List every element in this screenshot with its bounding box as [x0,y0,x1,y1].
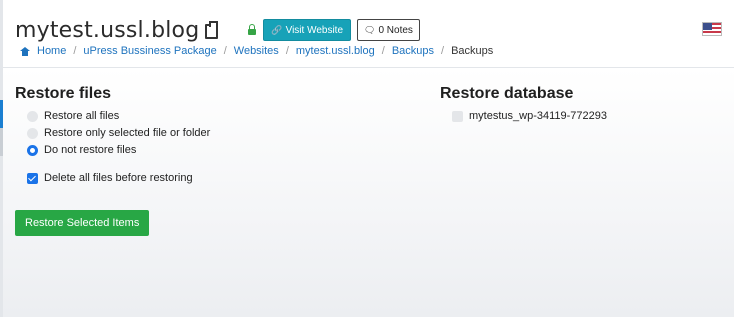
radio-button-checked[interactable] [27,144,38,156]
radio-label: Restore only selected file or folder [44,127,211,139]
radio-button[interactable] [27,127,38,139]
lock-icon [248,24,257,35]
database-checkbox-row[interactable]: mytestus_wp-34119-772293 [452,110,607,122]
breadcrumb-separator: / [223,45,227,57]
breadcrumb-site[interactable]: mytest.ussl.blog [296,45,375,57]
delete-all-files-checkbox-row[interactable]: Delete all files before restoring [27,172,193,184]
breadcrumb: Home / uPress Bussiness Package / Websit… [20,44,493,58]
breadcrumb-separator: / [73,45,77,57]
radio-label: Restore all files [44,110,120,122]
radio-restore-selected[interactable]: Restore only selected file or folder [27,127,210,139]
main-content: Restore files Restore all files Restore … [3,68,734,317]
notes-button[interactable]: 🗨 0 Notes [357,19,420,41]
database-checkbox[interactable] [452,110,463,122]
visit-website-button[interactable]: 🔗 Visit Website [263,19,352,41]
breadcrumb-current: Backups [451,45,494,57]
us-flag-icon[interactable] [702,22,722,36]
title-row: mytest.ussl.blog 🔗 Visit Website 🗨 0 Not… [15,16,420,44]
radio-restore-all[interactable]: Restore all files [27,110,119,122]
breadcrumb-separator: / [441,45,445,57]
breadcrumb-home[interactable]: Home [37,45,66,57]
restore-database-title: Restore database [440,85,574,102]
visit-website-label: Visit Website [285,24,344,36]
breadcrumb-separator: / [285,45,289,57]
delete-all-files-label: Delete all files before restoring [44,172,193,184]
breadcrumb-package[interactable]: uPress Bussiness Package [83,45,216,57]
breadcrumb-backups[interactable]: Backups [392,45,434,57]
delete-all-files-checkbox[interactable] [27,172,38,184]
page-header: mytest.ussl.blog 🔗 Visit Website 🗨 0 Not… [3,0,734,68]
breadcrumb-websites[interactable]: Websites [234,45,279,57]
restore-files-title: Restore files [15,85,112,102]
comment-icon: 🗨 [364,24,376,35]
notes-label: 0 Notes [378,24,413,36]
link-icon: 🔗 [271,24,283,35]
home-icon[interactable] [20,46,30,56]
page-title: mytest.ussl.blog [15,17,200,43]
radio-label: Do not restore files [44,144,137,156]
database-label: mytestus_wp-34119-772293 [469,110,607,122]
breadcrumb-separator: / [381,45,385,57]
radio-button[interactable] [27,110,38,122]
radio-do-not-restore[interactable]: Do not restore files [27,144,136,156]
clipboard-icon[interactable] [205,20,219,39]
restore-selected-items-button[interactable]: Restore Selected Items [15,210,150,236]
